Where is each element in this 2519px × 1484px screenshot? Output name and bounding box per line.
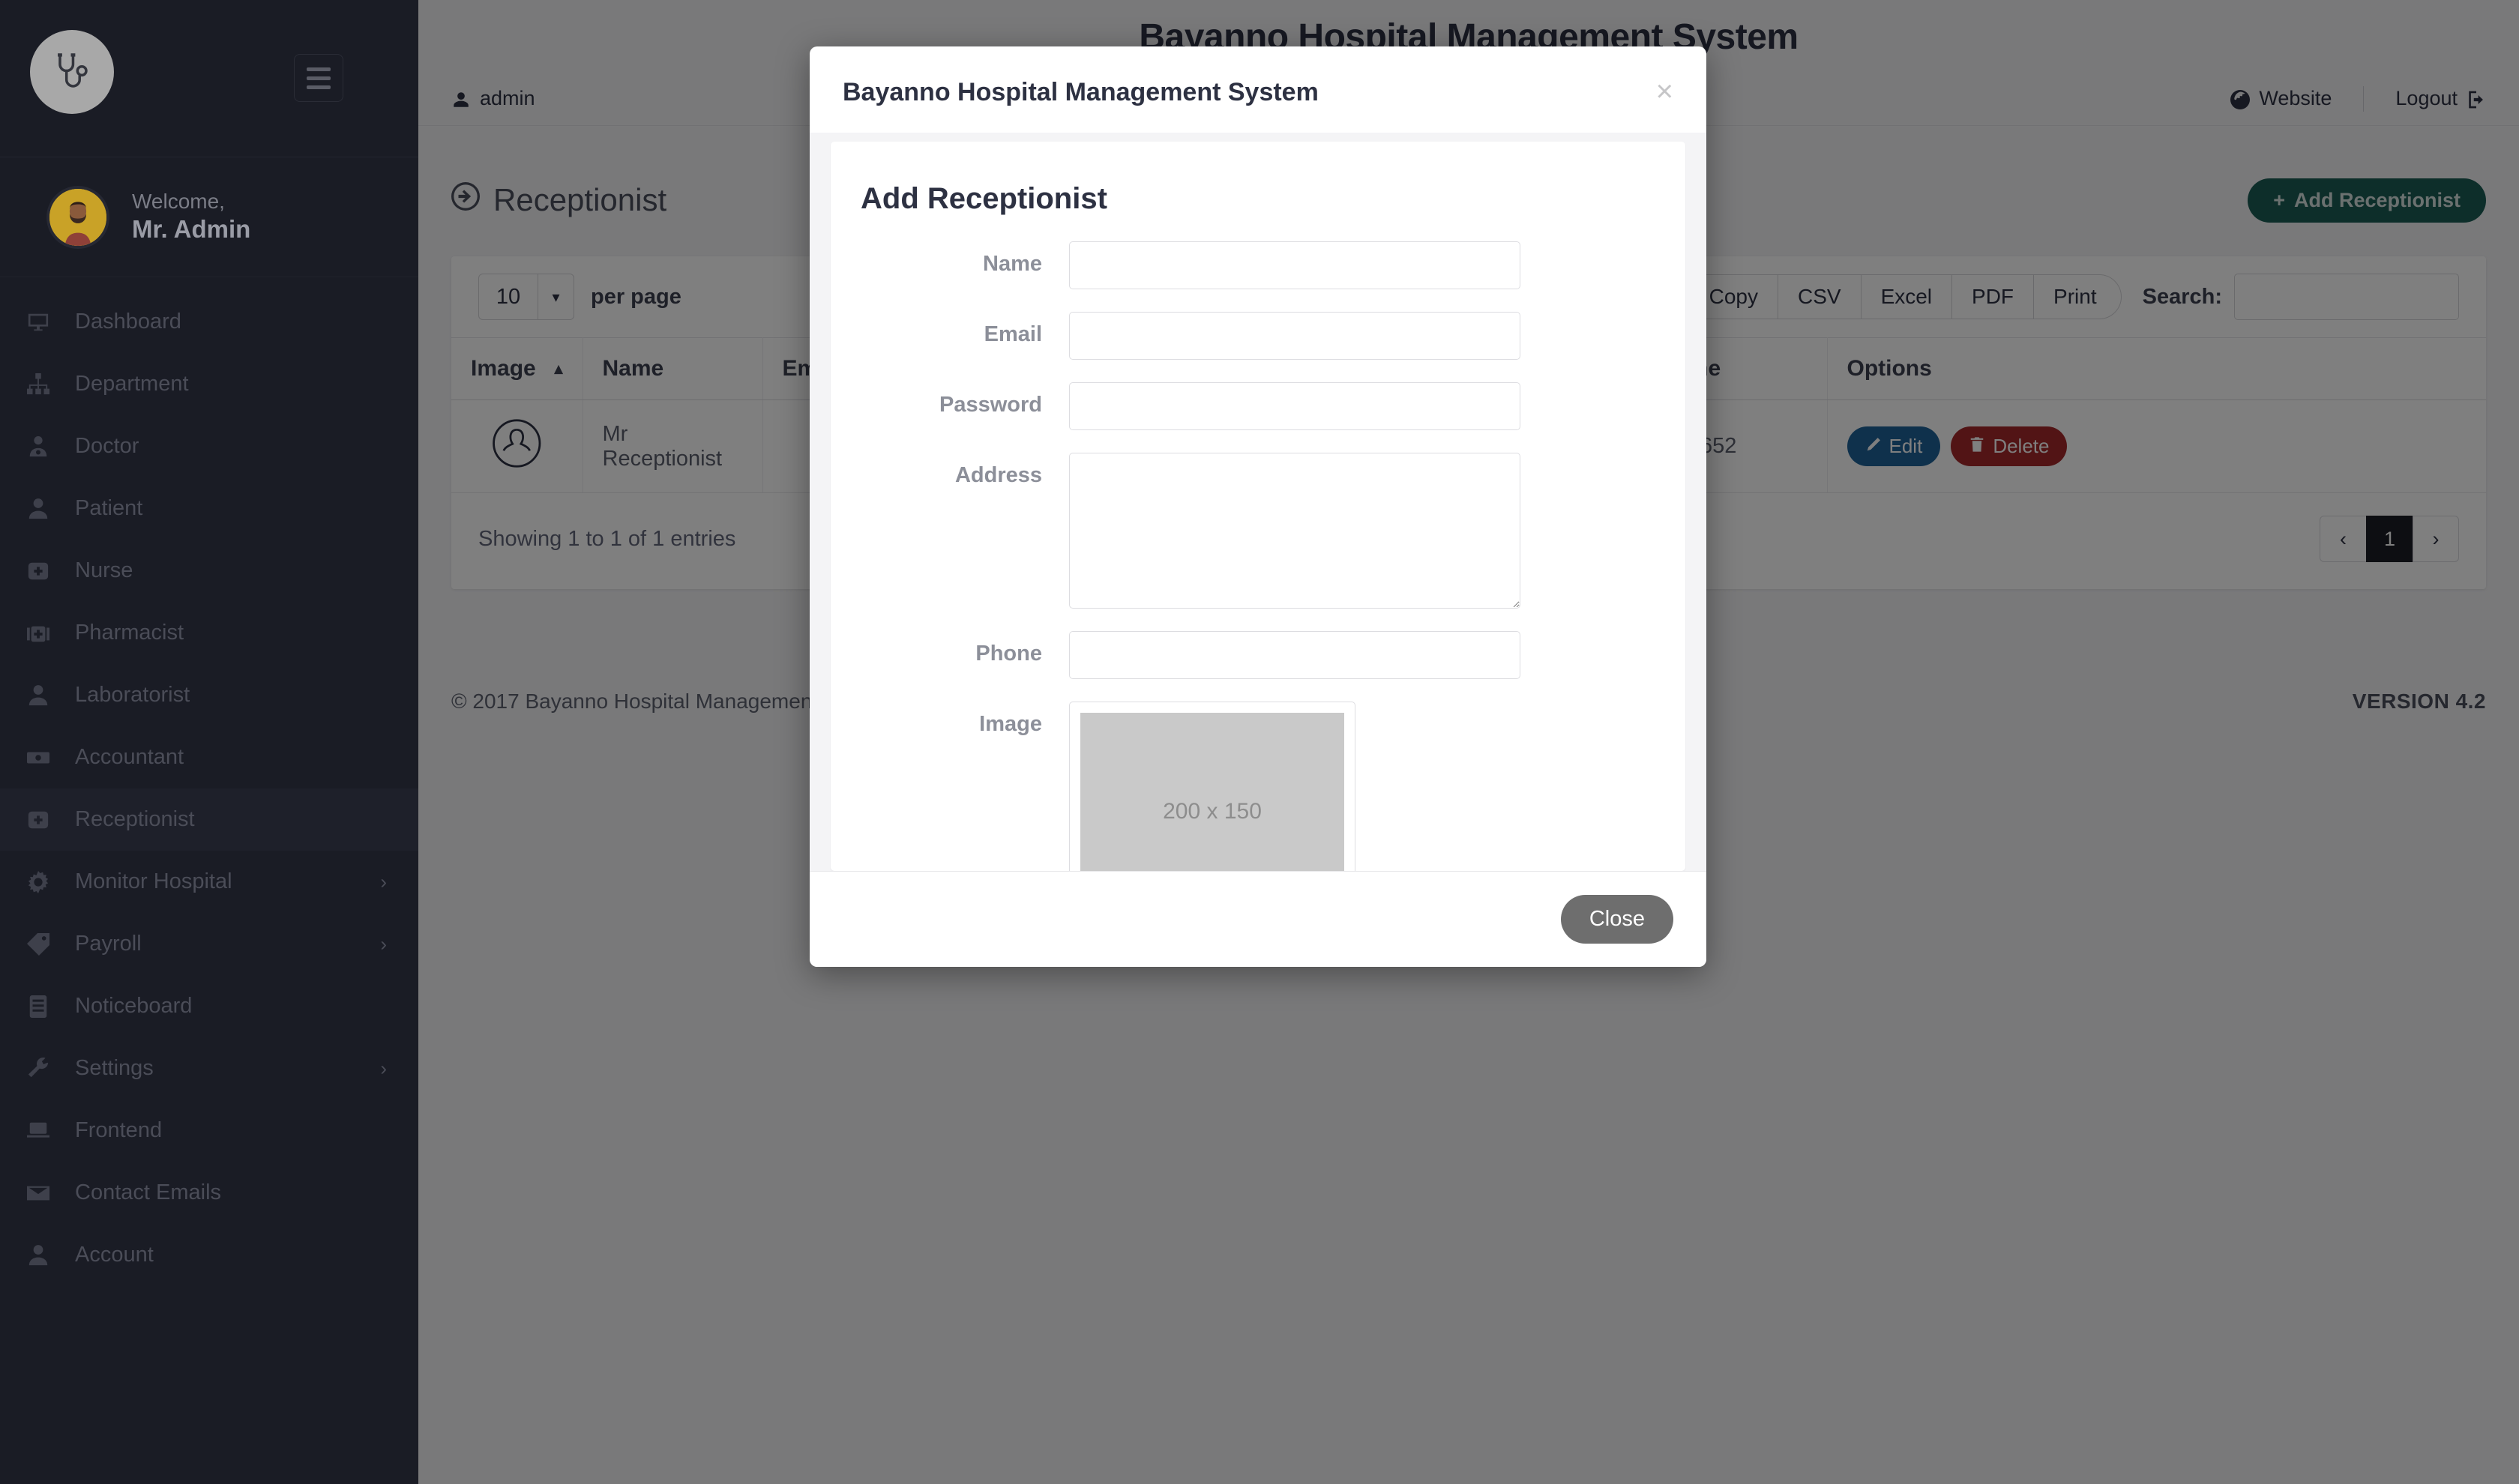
chevron-right-icon: › — [380, 932, 387, 955]
welcome-greeting: Welcome, — [132, 190, 225, 214]
form-row-name: Name — [831, 241, 1685, 289]
modal-footer: Close — [810, 871, 1706, 967]
sidebar-label: Contact Emails — [75, 1180, 222, 1204]
sidebar-label: Settings — [75, 1056, 154, 1080]
sidebar-header — [0, 0, 418, 157]
image-label: Image — [979, 712, 1042, 736]
sidebar-label: Payroll — [75, 932, 142, 956]
sidebar-item-noticeboard[interactable]: Noticeboard — [0, 975, 418, 1037]
sidebar-item-patient[interactable]: Patient — [0, 477, 418, 540]
sidebar-label: Frontend — [75, 1118, 163, 1142]
form-row-password: Password — [831, 382, 1685, 430]
sidebar-item-account[interactable]: Account — [0, 1224, 418, 1286]
close-button[interactable]: Close — [1560, 895, 1673, 944]
sidebar-user: Welcome, Mr. Admin — [0, 157, 418, 277]
sidebar-toggle-button[interactable] — [294, 54, 343, 102]
user-icon — [27, 1244, 66, 1267]
modal-header: Bayanno Hospital Management System × — [810, 46, 1706, 133]
monitor-icon — [27, 311, 66, 334]
password-label: Password — [939, 393, 1042, 417]
hamburger-line — [307, 85, 331, 89]
sidebar-label: Dashboard — [75, 310, 181, 334]
wrench-icon — [27, 1057, 66, 1080]
avatar — [46, 185, 109, 249]
phone-field[interactable] — [1069, 631, 1520, 679]
image-upload-box[interactable]: 200 x 150 — [1069, 702, 1355, 871]
sidebar-label: Accountant — [75, 745, 184, 769]
sidebar-item-accountant[interactable]: Accountant — [0, 726, 418, 788]
laptop-icon — [27, 1120, 66, 1142]
plus-square-icon — [27, 809, 66, 831]
form-row-address: Address — [831, 453, 1685, 609]
sidebar-item-monitor-hospital[interactable]: Monitor Hospital › — [0, 851, 418, 913]
user-icon — [27, 684, 66, 707]
sidebar-item-laboratorist[interactable]: Laboratorist — [0, 664, 418, 726]
sidebar-item-payroll[interactable]: Payroll › — [0, 913, 418, 975]
sidebar-label: Patient — [75, 496, 143, 520]
email-field[interactable] — [1069, 312, 1520, 360]
chevron-right-icon: › — [380, 1057, 387, 1079]
phone-label: Phone — [975, 642, 1042, 666]
envelope-icon — [27, 1182, 66, 1204]
chevron-right-icon: › — [380, 870, 387, 893]
sidebar-label: Pharmacist — [75, 621, 184, 645]
sidebar-nav: Dashboard Department Doctor Patient Nurs… — [0, 277, 418, 1286]
doctor-icon — [27, 435, 66, 458]
welcome-username: Mr. Admin — [132, 215, 251, 244]
email-label: Email — [984, 322, 1042, 346]
sidebar-item-pharmacist[interactable]: Pharmacist — [0, 602, 418, 664]
plus-square-icon — [27, 560, 66, 582]
tag-icon — [27, 932, 66, 956]
sidebar-item-contact-emails[interactable]: Contact Emails — [0, 1162, 418, 1224]
modal-body: Add Receptionist Name Email Password Add… — [810, 133, 1706, 871]
welcome-block: Welcome, Mr. Admin — [132, 189, 250, 244]
sidebar-label: Monitor Hospital — [75, 869, 232, 893]
modal-form-card: Add Receptionist Name Email Password Add… — [831, 142, 1685, 871]
sidebar-label: Account — [75, 1243, 154, 1267]
sitemap-icon — [27, 372, 66, 396]
add-receptionist-modal: Bayanno Hospital Management System × Add… — [810, 46, 1706, 967]
hamburger-line — [307, 76, 331, 80]
sidebar-label: Doctor — [75, 434, 139, 458]
sidebar-item-nurse[interactable]: Nurse — [0, 540, 418, 602]
sidebar: Welcome, Mr. Admin Dashboard Department … — [0, 0, 418, 1484]
name-label: Name — [983, 252, 1042, 276]
password-field[interactable] — [1069, 382, 1520, 430]
sidebar-label: Laboratorist — [75, 683, 190, 707]
sidebar-label: Department — [75, 372, 189, 396]
sidebar-label: Noticeboard — [75, 994, 193, 1018]
sidebar-item-doctor[interactable]: Doctor — [0, 415, 418, 477]
user-icon — [27, 498, 66, 520]
sidebar-item-department[interactable]: Department — [0, 353, 418, 415]
modal-form-title: Add Receptionist — [861, 182, 1107, 215]
image-placeholder: 200 x 150 — [1080, 713, 1344, 871]
form-row-image: Image 200 x 150 — [831, 702, 1685, 871]
medkit-icon — [27, 622, 66, 645]
stethoscope-icon — [30, 30, 114, 114]
address-label: Address — [954, 463, 1042, 487]
hamburger-line — [307, 67, 331, 71]
sidebar-item-receptionist[interactable]: Receptionist — [0, 788, 418, 851]
close-icon[interactable]: × — [1656, 76, 1673, 106]
form-row-email: Email — [831, 312, 1685, 360]
form-row-phone: Phone — [831, 631, 1685, 679]
name-field[interactable] — [1069, 241, 1520, 289]
gear-icon — [27, 870, 66, 893]
sidebar-label: Receptionist — [75, 807, 195, 831]
sidebar-item-dashboard[interactable]: Dashboard — [0, 291, 418, 353]
sidebar-label: Nurse — [75, 558, 133, 582]
sidebar-item-frontend[interactable]: Frontend — [0, 1100, 418, 1162]
sidebar-item-settings[interactable]: Settings › — [0, 1037, 418, 1100]
list-alt-icon — [27, 995, 66, 1018]
modal-title: Bayanno Hospital Management System — [843, 78, 1319, 106]
money-icon — [27, 746, 66, 769]
address-field[interactable] — [1069, 453, 1520, 609]
